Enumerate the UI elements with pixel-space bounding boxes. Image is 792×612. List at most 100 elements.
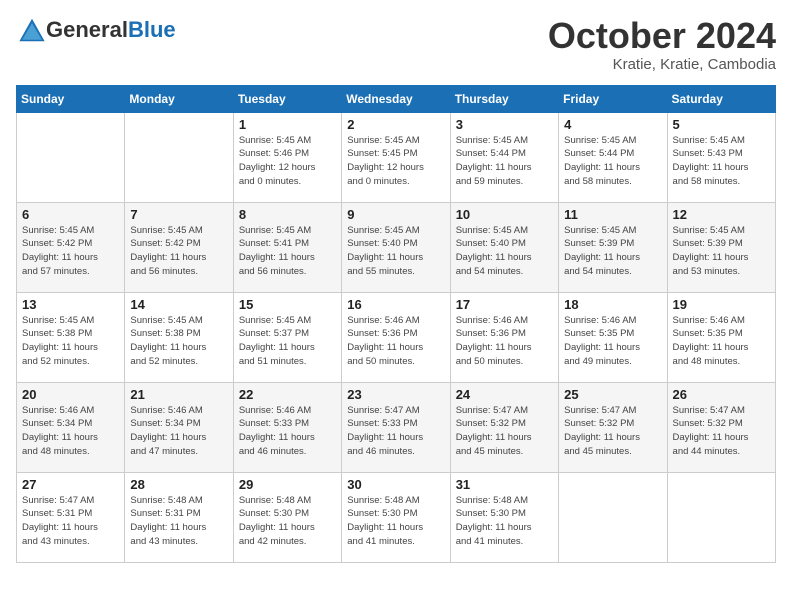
calendar-cell: 20 Sunrise: 5:46 AM Sunset: 5:34 PM Dayli… [17,382,125,472]
day-number: 6 [22,207,119,222]
day-number: 4 [564,117,661,132]
day-info: Sunrise: 5:47 AM Sunset: 5:32 PM Dayligh… [456,404,553,459]
day-number: 1 [239,117,336,132]
day-info: Sunrise: 5:45 AM Sunset: 5:43 PM Dayligh… [673,134,770,189]
day-number: 21 [130,387,227,402]
day-info: Sunrise: 5:47 AM Sunset: 5:31 PM Dayligh… [22,494,119,549]
calendar-cell: 27 Sunrise: 5:47 AM Sunset: 5:31 PM Dayli… [17,472,125,562]
day-number: 30 [347,477,444,492]
calendar-week-row: 13 Sunrise: 5:45 AM Sunset: 5:38 PM Dayli… [17,292,776,382]
day-info: Sunrise: 5:46 AM Sunset: 5:33 PM Dayligh… [239,404,336,459]
day-number: 12 [673,207,770,222]
day-info: Sunrise: 5:48 AM Sunset: 5:30 PM Dayligh… [456,494,553,549]
day-info: Sunrise: 5:45 AM Sunset: 5:44 PM Dayligh… [564,134,661,189]
logo-icon [18,16,46,44]
weekday-header: Monday [125,85,233,112]
day-number: 5 [673,117,770,132]
calendar-cell: 12 Sunrise: 5:45 AM Sunset: 5:39 PM Dayli… [667,202,775,292]
day-info: Sunrise: 5:46 AM Sunset: 5:34 PM Dayligh… [130,404,227,459]
day-number: 9 [347,207,444,222]
day-number: 13 [22,297,119,312]
page-header: GeneralBlue October 2024 Kratie, Kratie,… [16,16,776,73]
weekday-header: Wednesday [342,85,450,112]
calendar-cell [17,112,125,202]
calendar-week-row: 20 Sunrise: 5:46 AM Sunset: 5:34 PM Dayli… [17,382,776,472]
day-info: Sunrise: 5:45 AM Sunset: 5:38 PM Dayligh… [22,314,119,369]
day-number: 11 [564,207,661,222]
day-info: Sunrise: 5:45 AM Sunset: 5:46 PM Dayligh… [239,134,336,189]
calendar-cell: 29Sunrise: 5:48 AM Sunset: 5:30 PM Dayli… [233,472,341,562]
day-info: Sunrise: 5:45 AM Sunset: 5:39 PM Dayligh… [673,224,770,279]
weekday-header: Sunday [17,85,125,112]
calendar-cell: 17Sunrise: 5:46 AM Sunset: 5:36 PM Dayli… [450,292,558,382]
calendar-cell: 5 Sunrise: 5:45 AM Sunset: 5:43 PM Daylig… [667,112,775,202]
day-number: 7 [130,207,227,222]
day-info: Sunrise: 5:45 AM Sunset: 5:40 PM Dayligh… [347,224,444,279]
calendar-cell: 16 Sunrise: 5:46 AM Sunset: 5:36 PM Dayli… [342,292,450,382]
day-info: Sunrise: 5:46 AM Sunset: 5:36 PM Dayligh… [347,314,444,369]
day-number: 16 [347,297,444,312]
day-info: Sunrise: 5:45 AM Sunset: 5:45 PM Dayligh… [347,134,444,189]
location-text: Kratie, Kratie, Cambodia [548,56,776,73]
calendar-cell: 21 Sunrise: 5:46 AM Sunset: 5:34 PM Dayli… [125,382,233,472]
day-info: Sunrise: 5:45 AM Sunset: 5:40 PM Dayligh… [456,224,553,279]
calendar-week-row: 6 Sunrise: 5:45 AM Sunset: 5:42 PM Daylig… [17,202,776,292]
weekday-header: Friday [559,85,667,112]
calendar-cell: 3 Sunrise: 5:45 AM Sunset: 5:44 PM Daylig… [450,112,558,202]
day-info: Sunrise: 5:45 AM Sunset: 5:37 PM Dayligh… [239,314,336,369]
calendar-cell: 31 Sunrise: 5:48 AM Sunset: 5:30 PM Dayli… [450,472,558,562]
logo-blue-text: Blue [128,17,176,42]
day-info: Sunrise: 5:45 AM Sunset: 5:42 PM Dayligh… [22,224,119,279]
logo-general-text: General [46,17,128,42]
calendar-cell: 9 Sunrise: 5:45 AM Sunset: 5:40 PM Daylig… [342,202,450,292]
calendar-cell: 2 Sunrise: 5:45 AM Sunset: 5:45 PM Daylig… [342,112,450,202]
calendar-cell: 10Sunrise: 5:45 AM Sunset: 5:40 PM Dayli… [450,202,558,292]
calendar-week-row: 27 Sunrise: 5:47 AM Sunset: 5:31 PM Dayli… [17,472,776,562]
day-info: Sunrise: 5:46 AM Sunset: 5:36 PM Dayligh… [456,314,553,369]
day-number: 14 [130,297,227,312]
day-number: 20 [22,387,119,402]
calendar-week-row: 1 Sunrise: 5:45 AM Sunset: 5:46 PM Daylig… [17,112,776,202]
weekday-header: Saturday [667,85,775,112]
day-number: 31 [456,477,553,492]
calendar-cell: 8Sunrise: 5:45 AM Sunset: 5:41 PM Daylig… [233,202,341,292]
weekday-header: Tuesday [233,85,341,112]
day-info: Sunrise: 5:45 AM Sunset: 5:38 PM Dayligh… [130,314,227,369]
calendar-cell: 13 Sunrise: 5:45 AM Sunset: 5:38 PM Dayli… [17,292,125,382]
day-info: Sunrise: 5:47 AM Sunset: 5:32 PM Dayligh… [564,404,661,459]
day-info: Sunrise: 5:46 AM Sunset: 5:34 PM Dayligh… [22,404,119,459]
calendar-cell: 19Sunrise: 5:46 AM Sunset: 5:35 PM Dayli… [667,292,775,382]
day-info: Sunrise: 5:48 AM Sunset: 5:30 PM Dayligh… [347,494,444,549]
day-info: Sunrise: 5:45 AM Sunset: 5:44 PM Dayligh… [456,134,553,189]
day-info: Sunrise: 5:48 AM Sunset: 5:31 PM Dayligh… [130,494,227,549]
calendar-cell: 18Sunrise: 5:46 AM Sunset: 5:35 PM Dayli… [559,292,667,382]
calendar-cell [667,472,775,562]
day-number: 22 [239,387,336,402]
calendar-cell: 6 Sunrise: 5:45 AM Sunset: 5:42 PM Daylig… [17,202,125,292]
day-info: Sunrise: 5:47 AM Sunset: 5:32 PM Dayligh… [673,404,770,459]
day-info: Sunrise: 5:46 AM Sunset: 5:35 PM Dayligh… [673,314,770,369]
day-number: 24 [456,387,553,402]
title-block: October 2024 Kratie, Kratie, Cambodia [548,16,776,73]
day-info: Sunrise: 5:47 AM Sunset: 5:33 PM Dayligh… [347,404,444,459]
calendar-cell: 11 Sunrise: 5:45 AM Sunset: 5:39 PM Dayli… [559,202,667,292]
day-number: 2 [347,117,444,132]
calendar-cell: 4 Sunrise: 5:45 AM Sunset: 5:44 PM Daylig… [559,112,667,202]
day-number: 3 [456,117,553,132]
day-info: Sunrise: 5:45 AM Sunset: 5:41 PM Dayligh… [239,224,336,279]
day-number: 15 [239,297,336,312]
day-number: 25 [564,387,661,402]
calendar-cell: 25 Sunrise: 5:47 AM Sunset: 5:32 PM Dayli… [559,382,667,472]
calendar-cell: 30 Sunrise: 5:48 AM Sunset: 5:30 PM Dayli… [342,472,450,562]
calendar-cell: 7 Sunrise: 5:45 AM Sunset: 5:42 PM Daylig… [125,202,233,292]
day-info: Sunrise: 5:45 AM Sunset: 5:39 PM Dayligh… [564,224,661,279]
calendar-cell: 26 Sunrise: 5:47 AM Sunset: 5:32 PM Dayli… [667,382,775,472]
day-number: 28 [130,477,227,492]
day-info: Sunrise: 5:46 AM Sunset: 5:35 PM Dayligh… [564,314,661,369]
month-title: October 2024 [548,16,776,56]
calendar-cell: 14 Sunrise: 5:45 AM Sunset: 5:38 PM Dayli… [125,292,233,382]
day-info: Sunrise: 5:45 AM Sunset: 5:42 PM Dayligh… [130,224,227,279]
day-number: 26 [673,387,770,402]
day-number: 27 [22,477,119,492]
calendar-cell: 23Sunrise: 5:47 AM Sunset: 5:33 PM Dayli… [342,382,450,472]
